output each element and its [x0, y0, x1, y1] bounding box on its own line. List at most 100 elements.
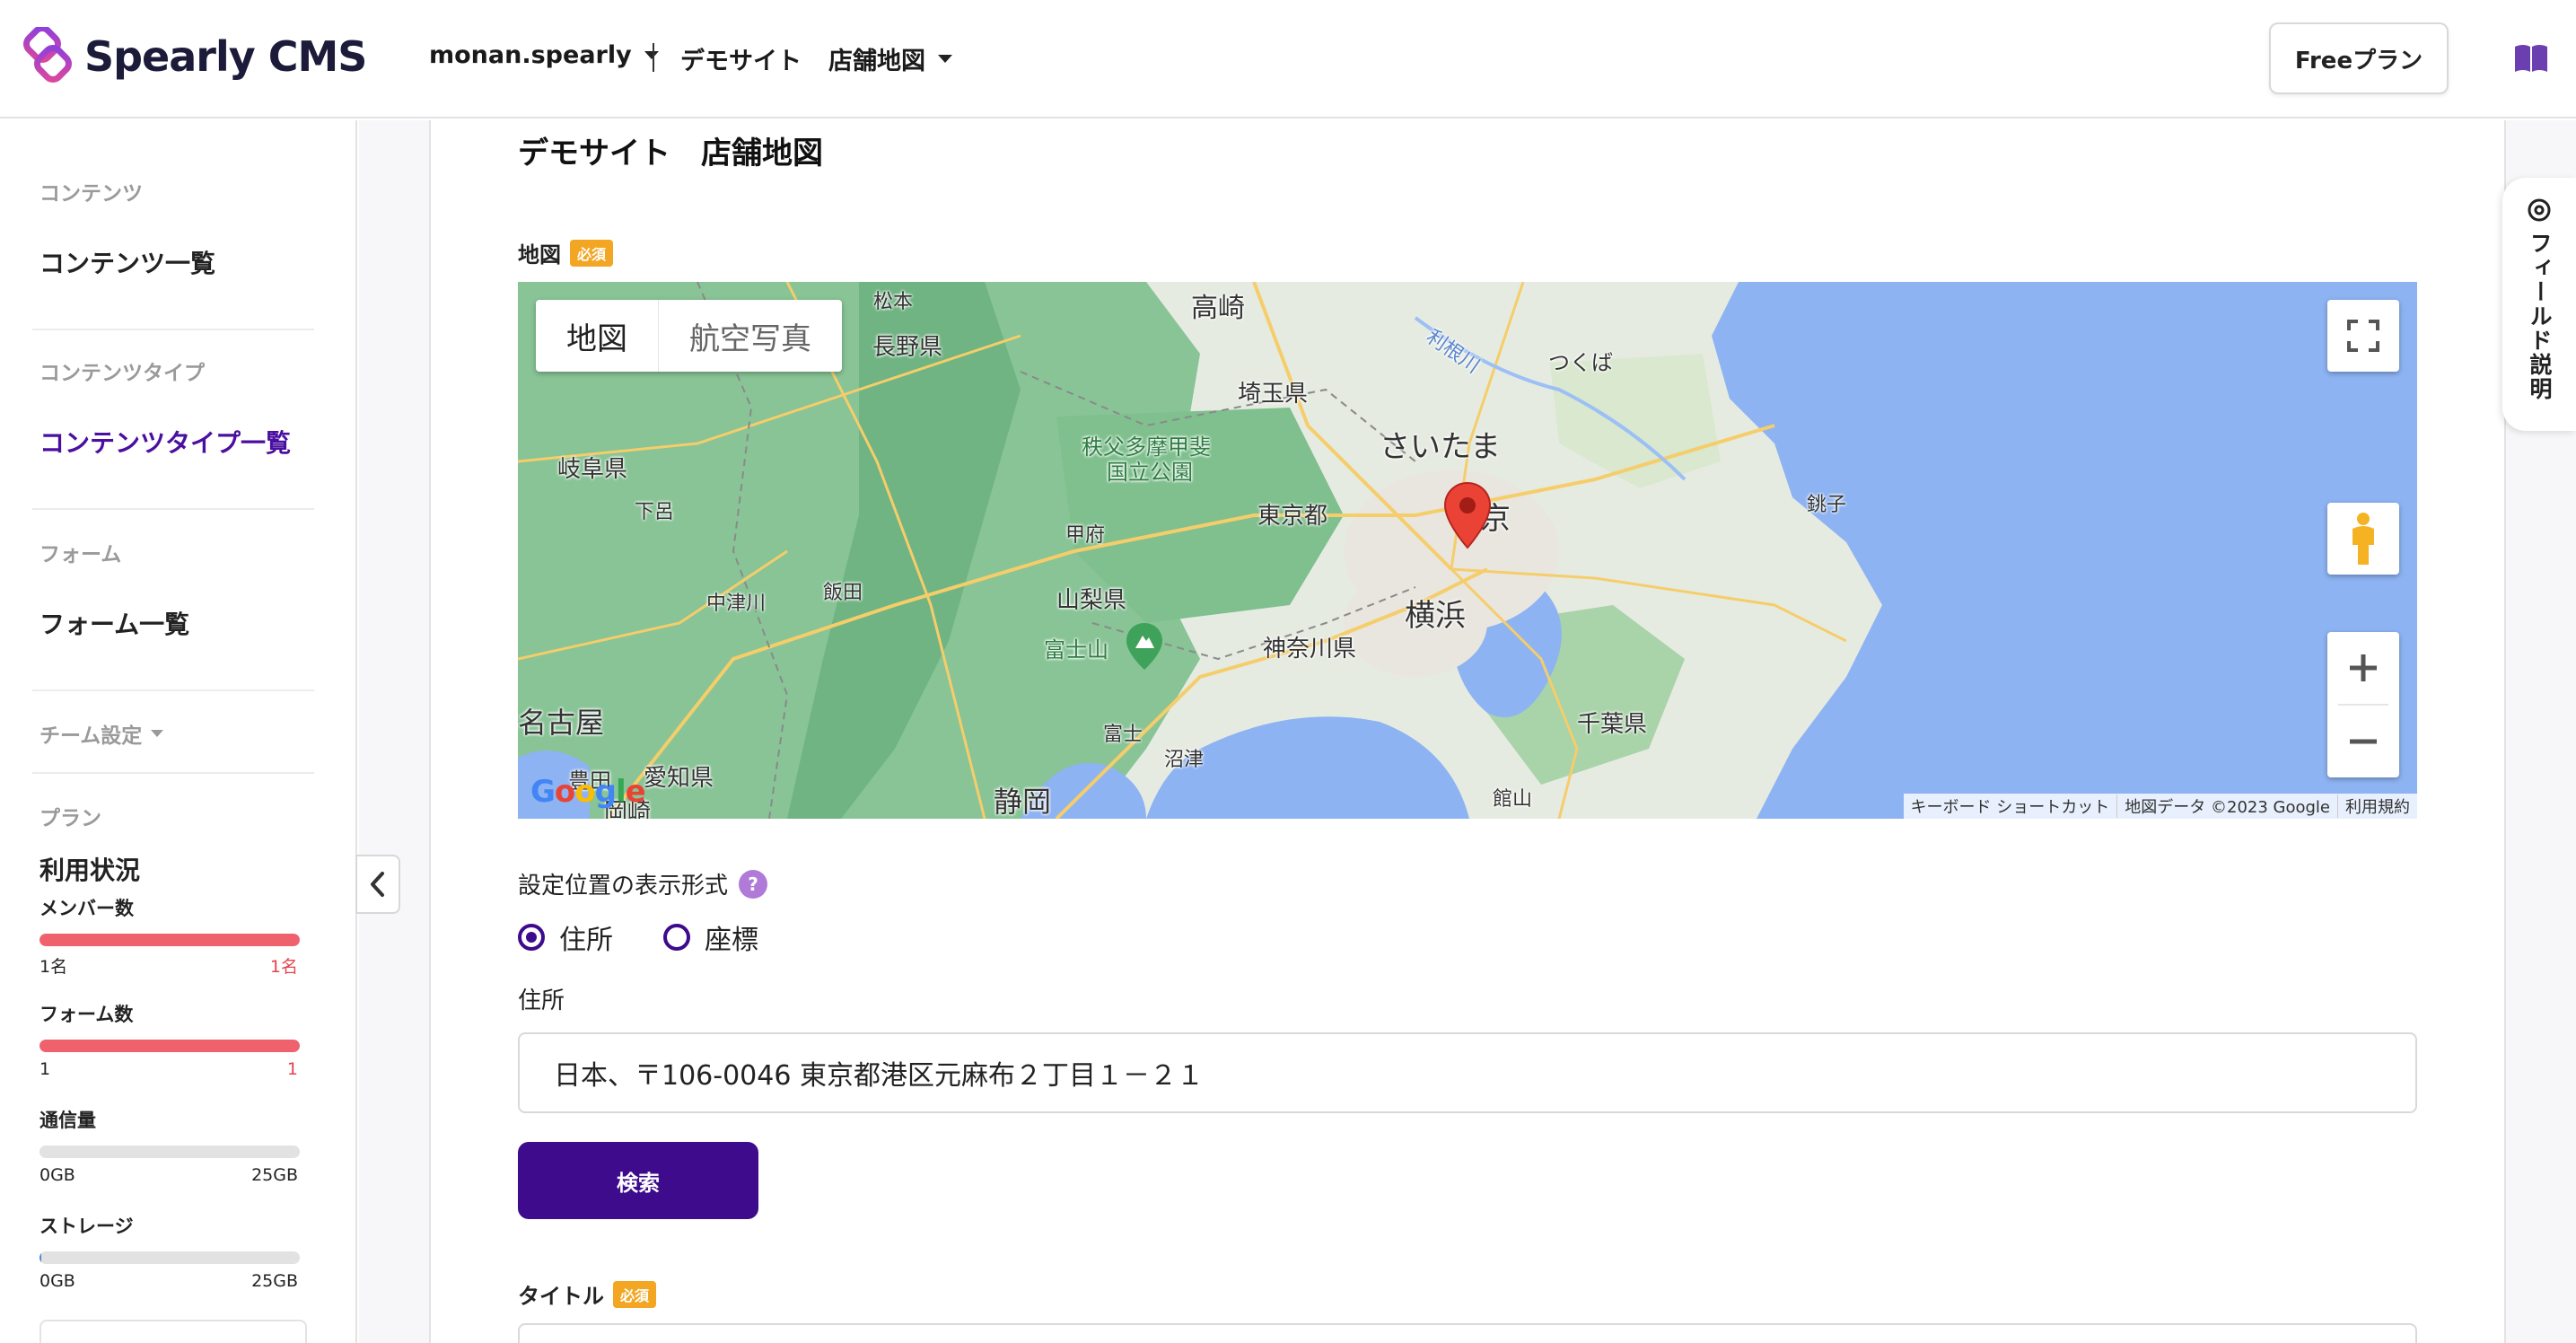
usage-max-traffic: 25GB: [251, 1165, 298, 1185]
chevron-down-icon: [938, 55, 952, 63]
usage-min-forms: 1: [39, 1059, 51, 1079]
location-pin-icon[interactable]: [1442, 481, 1493, 549]
map-label: 神奈川県: [1263, 630, 1356, 663]
search-button[interactable]: 検索: [518, 1142, 758, 1219]
sidebar: コンテンツ コンテンツ一覧 コンテンツタイプ コンテンツタイプ一覧 フォーム フ…: [0, 120, 357, 1343]
map-label-text: 高崎: [1191, 293, 1245, 324]
map-label-text: 富士山: [1044, 637, 1108, 663]
plan-button[interactable]: Freeプラン: [2269, 22, 2449, 94]
map-type-control: 地図 航空写真: [536, 300, 842, 372]
map-label-text: 国立公園: [1107, 460, 1193, 485]
chevron-down-icon: [151, 730, 164, 737]
mountain-marker-icon: [1126, 623, 1162, 670]
map-label: 富士: [1103, 718, 1143, 747]
terms-link[interactable]: 利用規約: [2337, 794, 2417, 818]
address-input[interactable]: 日本、〒106-0046 東京都港区元麻布２丁目１－２１: [518, 1032, 2417, 1113]
map-label: 名古屋: [518, 700, 604, 742]
sidebar-item-content-types[interactable]: コンテンツタイプ一覧: [39, 424, 291, 460]
radio-selected-icon: [518, 924, 545, 951]
map-label: 富士山: [1044, 632, 1108, 663]
title-input[interactable]: [518, 1323, 2417, 1343]
sidebar-item-contents[interactable]: コンテンツ一覧: [39, 244, 215, 280]
sidebar-item-forms[interactable]: フォーム一覧: [39, 605, 189, 641]
map-label: 長野県: [872, 329, 942, 362]
map-label-text: 静岡: [994, 785, 1052, 819]
breadcrumb[interactable]: デモサイト 店舗地図: [680, 41, 952, 76]
map-label-text: 飯田: [823, 582, 863, 604]
map-label-text: 富士: [1103, 724, 1143, 746]
logo-text: Spearly CMS: [84, 32, 367, 81]
sidebar-divider: [32, 772, 314, 774]
usage-label-forms: フォーム数: [39, 1004, 134, 1025]
street-view-button[interactable]: [2327, 503, 2399, 575]
map-type-roadmap-button[interactable]: 地図: [536, 300, 658, 372]
map-label-text: 愛知県: [644, 765, 714, 792]
map-label-text: 長野県: [872, 334, 943, 361]
map-label: 沼津: [1164, 743, 1204, 772]
usage-max-forms: 1: [286, 1059, 298, 1079]
usage-bar-members: [39, 934, 300, 946]
team-selector[interactable]: monan.spearly: [429, 41, 659, 69]
sidebar-bottom-card[interactable]: [39, 1320, 307, 1343]
book-icon[interactable]: [2513, 43, 2549, 74]
chevron-down-icon: [644, 51, 659, 59]
collapse-sidebar-button[interactable]: [355, 855, 400, 914]
map-label-text: 岐阜県: [557, 456, 628, 483]
usage-max-members: 1名: [269, 957, 298, 977]
map-label: 静岡: [994, 779, 1051, 819]
plus-icon: [2350, 654, 2377, 681]
zoom-out-button[interactable]: [2327, 706, 2399, 777]
display-format-label-text: 設定位置の表示形式: [518, 873, 729, 900]
sidebar-heading-content-types: コンテンツタイプ: [39, 362, 205, 385]
field-help-label: フィールド説明: [2527, 232, 2553, 401]
chevron-left-icon: [371, 872, 384, 897]
map-label: 松本: [873, 285, 913, 314]
usage-bar-traffic: [39, 1146, 300, 1158]
team-name: monan.spearly: [429, 41, 632, 69]
map-label-text: 名古屋: [518, 706, 605, 740]
radio-coordinates-label: 座標: [705, 925, 758, 956]
map-label: 甲府: [1065, 519, 1105, 548]
question-icon[interactable]: ?: [739, 869, 768, 899]
map-label-text: 下呂: [635, 501, 675, 523]
map-field-label-text: 地図: [518, 242, 561, 268]
map-label-text: 松本: [873, 291, 914, 313]
zoom-in-button[interactable]: [2327, 632, 2399, 704]
fullscreen-icon: [2347, 320, 2379, 352]
field-help-tab[interactable]: フィールド説明: [2502, 178, 2576, 431]
sidebar-team-settings[interactable]: チーム設定: [39, 718, 164, 749]
page-title: デモサイト 店舗地図: [518, 136, 823, 171]
radio-coordinates[interactable]: 座標: [663, 917, 758, 957]
map-label-text: 千葉県: [1577, 711, 1648, 738]
map-label-text: 横浜: [1405, 598, 1466, 634]
map-label: 中津川: [706, 587, 766, 616]
keyboard-shortcuts-link[interactable]: キーボード ショートカット: [1904, 794, 2117, 818]
usage-label-storage: ストレージ: [39, 1216, 134, 1237]
radio-address[interactable]: 住所: [518, 917, 613, 957]
left-gutter: [359, 120, 431, 1343]
breadcrumb-content-type[interactable]: 店舗地図: [828, 41, 925, 76]
radio-unselected-icon: [663, 924, 690, 951]
map-widget[interactable]: 高崎 長野県 松本 埼玉県 つくば 利根川 さいたま 秩父多摩甲斐 国立公園 岐…: [518, 282, 2417, 819]
usage-bar-forms: [39, 1040, 300, 1052]
sidebar-heading-plan: プラン: [39, 807, 101, 830]
usage-min-traffic: 0GB: [39, 1165, 75, 1185]
map-data-credit: 地図データ ©2023 Google: [2116, 794, 2337, 818]
map-label-text: つくば: [1548, 350, 1613, 375]
map-label-text: 中津川: [706, 592, 767, 615]
usage-title: 利用状況: [39, 856, 141, 885]
breadcrumb-site[interactable]: デモサイト: [680, 41, 802, 76]
spearly-logo[interactable]: Spearly CMS: [20, 27, 367, 86]
map-field-label: 地図 必須: [518, 237, 614, 268]
usage-min-storage: 0GB: [39, 1271, 75, 1291]
pegman-icon: [2353, 513, 2374, 565]
map-type-satellite-button[interactable]: 航空写真: [658, 300, 842, 372]
required-badge: 必須: [613, 1280, 657, 1308]
map-label: 下呂: [635, 496, 674, 524]
map-label: 東京都: [1257, 497, 1327, 531]
usage-label-members: メンバー数: [39, 898, 134, 919]
map-label-text: 山梨県: [1056, 587, 1127, 614]
fullscreen-button[interactable]: [2327, 300, 2399, 372]
header-divider: [653, 43, 654, 72]
sidebar-divider: [32, 329, 314, 330]
